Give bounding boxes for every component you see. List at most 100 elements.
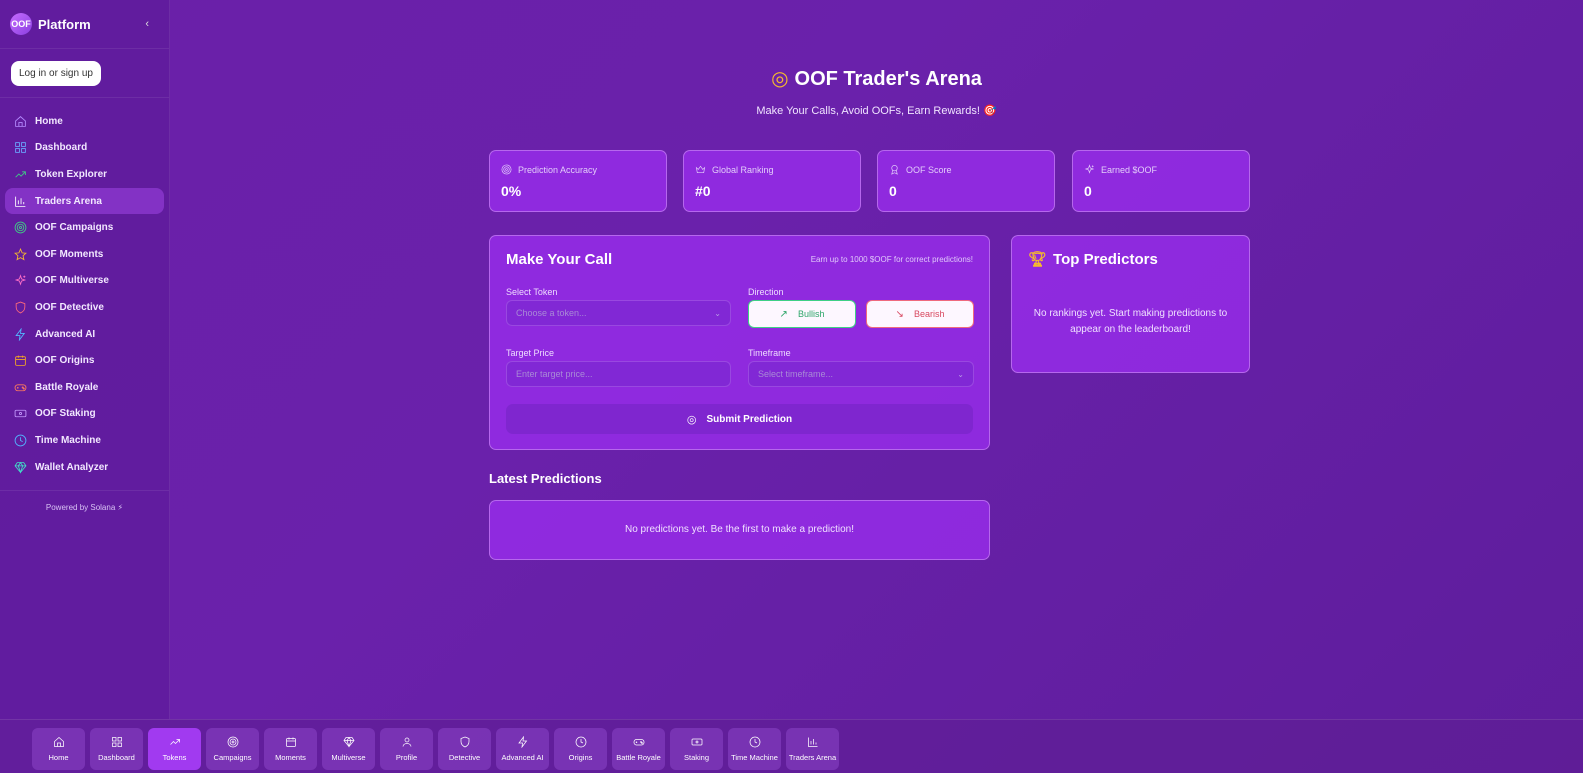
bottom-nav-origins[interactable]: Origins (554, 728, 607, 770)
sidebar-item-label: OOF Staking (35, 408, 96, 420)
sidebar-nav: Home Dashboard Token Explorer Traders Arena… (0, 98, 169, 490)
stat-value: 0 (1084, 183, 1092, 199)
timeframe-select[interactable]: Select timeframe... ⌄ (748, 361, 974, 387)
bottom-nav-profile[interactable]: Profile (380, 728, 433, 770)
brand-logo[interactable]: OOF (10, 13, 32, 35)
star-icon (13, 247, 27, 261)
sidebar-item-dashboard[interactable]: Dashboard (5, 135, 164, 162)
gamepad-icon (633, 736, 645, 750)
submit-prediction-button[interactable]: ◎ Submit Prediction (506, 404, 973, 434)
bottom-nav-moments[interactable]: Moments (264, 728, 317, 770)
bottom-nav-advanced-ai[interactable]: Advanced AI (496, 728, 549, 770)
empty-state: No rankings yet. Start making prediction… (1033, 308, 1228, 335)
bottom-nav: Home Dashboard Tokens Campaigns Moments Multi… (0, 719, 1583, 773)
gem-icon (343, 736, 355, 750)
field-label: Timeframe (748, 348, 791, 358)
page-title-text: OOF Trader's Arena (794, 68, 982, 90)
sidebar-item-oof-multiverse[interactable]: OOF Multiverse (5, 268, 164, 295)
clock-icon (575, 736, 587, 750)
token-select[interactable]: Choose a token... ⌄ (506, 300, 731, 326)
bottom-nav-traders-arena[interactable]: Traders Arena (786, 728, 839, 770)
submit-label: Submit Prediction (706, 413, 793, 425)
shield-icon (13, 300, 27, 314)
sidebar-item-label: OOF Detective (35, 301, 104, 313)
sidebar-item-label: Token Explorer (35, 168, 108, 180)
chevron-down-icon: ⌄ (714, 308, 721, 318)
bottom-nav-home[interactable]: Home (32, 728, 85, 770)
ticket-icon (691, 736, 703, 750)
bottom-nav-campaigns[interactable]: Campaigns (206, 728, 259, 770)
bottom-nav-battle-royale[interactable]: Battle Royale (612, 728, 665, 770)
stat-label: OOF Score (906, 164, 952, 175)
sidebar-item-wallet-analyzer[interactable]: Wallet Analyzer (5, 454, 164, 481)
sidebar-item-oof-staking[interactable]: OOF Staking (5, 401, 164, 428)
sidebar-item-oof-origins[interactable]: OOF Origins (5, 347, 164, 374)
field-label: Target Price (506, 348, 555, 358)
make-call-panel: Make Your Call Earn up to 1000 $OOF for … (489, 235, 990, 450)
zap-icon (13, 327, 27, 341)
bottom-nav-time-machine[interactable]: Time Machine (728, 728, 781, 770)
bottom-nav-label: Multiverse (331, 753, 366, 762)
sidebar-item-label: Time Machine (35, 434, 101, 446)
target-icon (501, 164, 512, 175)
sidebar-item-oof-detective[interactable]: OOF Detective (5, 294, 164, 321)
timeframe-placeholder: Select timeframe... (758, 369, 834, 379)
target-icon: ◎ (686, 413, 697, 426)
collapse-sidebar-icon[interactable]: ‹ (145, 18, 149, 30)
sidebar-item-oof-campaigns[interactable]: OOF Campaigns (5, 214, 164, 241)
bullish-button[interactable]: ↗ Bullish (748, 300, 856, 328)
chevron-down-icon: ⌄ (957, 369, 964, 379)
gamepad-icon (13, 380, 27, 394)
sidebar-item-label: Advanced AI (35, 328, 96, 340)
sidebar-item-time-machine[interactable]: Time Machine (5, 427, 164, 454)
stat-label: Global Ranking (712, 164, 774, 175)
bar-chart-icon (13, 194, 27, 208)
bar-chart-icon (807, 736, 819, 750)
bottom-nav-label: Moments (275, 753, 306, 762)
latest-predictions-panel: No predictions yet. Be the first to make… (489, 500, 990, 560)
sparkles-icon (1084, 164, 1095, 174)
trending-up-icon (13, 167, 27, 181)
section-title: Latest Predictions (489, 471, 602, 486)
sidebar-item-label: OOF Origins (35, 355, 95, 367)
calendar-icon (285, 736, 297, 750)
bearish-button[interactable]: ↘ Bearish (866, 300, 974, 328)
powered-by: Powered by Solana ⚡ (45, 503, 124, 513)
calendar-icon (13, 354, 27, 368)
trending-down-icon: ↘ (895, 308, 904, 320)
sidebar-item-token-explorer[interactable]: Token Explorer (5, 161, 164, 188)
grid-icon (111, 736, 123, 750)
trending-up-icon (169, 736, 181, 750)
stat-value: #0 (695, 183, 711, 199)
bottom-nav-label: Battle Royale (616, 753, 661, 762)
sidebar-item-oof-moments[interactable]: OOF Moments (5, 241, 164, 268)
stat-card-accuracy: Prediction Accuracy 0% (489, 150, 667, 212)
target-icon (13, 221, 27, 235)
zap-icon (517, 735, 529, 750)
brand-name[interactable]: Platform (38, 17, 91, 32)
bottom-nav-label: Traders Arena (788, 753, 837, 762)
stat-card-earned: Earned $OOF 0 (1072, 150, 1250, 212)
sidebar-item-battle-royale[interactable]: Battle Royale (5, 374, 164, 401)
reward-note: Earn up to 1000 $OOF for correct predict… (810, 255, 973, 264)
bottom-nav-staking[interactable]: Staking (670, 728, 723, 770)
sidebar-item-label: OOF Campaigns (35, 222, 114, 234)
stat-value: 0 (889, 183, 897, 199)
bottom-nav-multiverse[interactable]: Multiverse (322, 728, 375, 770)
home-icon (53, 736, 65, 750)
bottom-nav-dashboard[interactable]: Dashboard (90, 728, 143, 770)
home-icon (13, 114, 27, 128)
field-label: Direction (748, 287, 784, 297)
grid-icon (13, 141, 27, 155)
bottom-nav-label: Tokens (162, 753, 187, 762)
sidebar-item-advanced-ai[interactable]: Advanced AI (5, 321, 164, 348)
sidebar-item-traders-arena[interactable]: Traders Arena (5, 187, 164, 215)
sidebar-item-home[interactable]: Home (5, 108, 164, 135)
stat-card-ranking: Global Ranking #0 (683, 150, 861, 212)
sidebar-item-label: Battle Royale (35, 381, 99, 393)
sparkles-icon (13, 274, 27, 288)
bottom-nav-detective[interactable]: Detective (438, 728, 491, 770)
bottom-nav-tokens[interactable]: Tokens (148, 728, 201, 770)
target-price-input[interactable]: Enter target price... (506, 361, 731, 387)
login-button[interactable]: Log in or sign up (11, 61, 101, 86)
